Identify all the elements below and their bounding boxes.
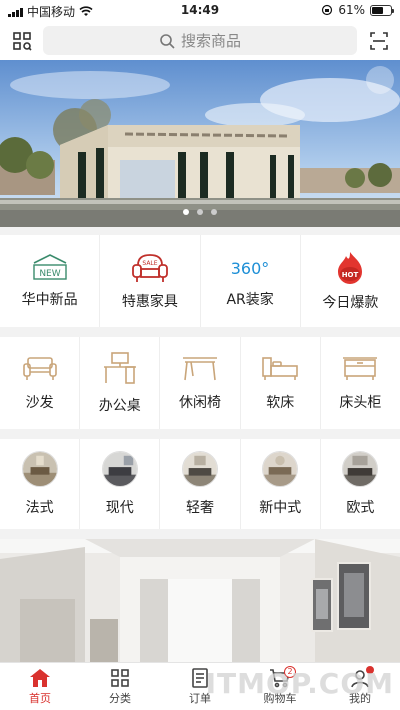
tab-cart[interactable]: 2 购物车 <box>240 663 320 710</box>
style-label: 现代 <box>105 500 134 516</box>
promo-label: 特惠家具 <box>121 294 178 310</box>
order-icon <box>192 668 208 688</box>
360-icon-text: 360° <box>231 259 270 278</box>
tab-label: 订单 <box>189 692 211 705</box>
banner-dot[interactable] <box>183 209 189 215</box>
search-icon <box>160 33 175 49</box>
tab-orders[interactable]: 订单 <box>160 663 240 710</box>
tab-label: 购物车 <box>263 692 297 705</box>
category-item-nightstand[interactable]: 床头柜 <box>321 337 400 429</box>
tab-label: 分类 <box>109 692 131 705</box>
tab-home[interactable]: 首页 <box>0 663 80 710</box>
style-label: 欧式 <box>346 500 375 516</box>
style-thumbnail <box>342 451 379 487</box>
style-label: 轻奢 <box>186 500 214 516</box>
style-label: 新中式 <box>259 500 302 516</box>
search-input[interactable]: 搜索商品 <box>43 26 357 55</box>
style-thumbnail <box>262 451 299 487</box>
room-showcase-image[interactable] <box>0 539 400 662</box>
promo-item-sale[interactable]: SALE 特惠家具 <box>100 235 201 327</box>
category-label: 沙发 <box>25 395 54 411</box>
sale-sofa-icon: SALE <box>131 254 168 282</box>
category-label: 床头柜 <box>339 395 382 411</box>
category-icon <box>111 669 129 687</box>
category-item-desk[interactable]: 办公桌 <box>80 337 161 429</box>
promo-row: NEW 华中新品 SALE 特惠家具 360° AR装家 HOT 今日爆款 <box>0 235 400 327</box>
home-icon <box>30 669 50 687</box>
category-label: 软床 <box>266 395 295 411</box>
style-thumbnail <box>182 451 218 487</box>
style-thumbnail <box>21 451 58 487</box>
category-label: 办公桌 <box>98 398 141 414</box>
banner-dot[interactable] <box>211 209 217 215</box>
promo-label: AR装家 <box>226 292 274 308</box>
style-item-modern[interactable]: 现代 <box>80 439 161 529</box>
tab-profile[interactable]: 我的 <box>320 663 400 710</box>
scan-grid-icon[interactable] <box>10 29 34 53</box>
style-item-new-chinese[interactable]: 新中式 <box>241 439 321 529</box>
status-bar: 中国移动 14:49 61% <box>0 0 400 22</box>
promo-label: 华中新品 <box>21 292 78 308</box>
bed-icon <box>262 357 299 380</box>
promo-item-ar[interactable]: 360° AR装家 <box>201 235 301 327</box>
qr-scan-icon[interactable] <box>367 29 391 53</box>
style-item-french[interactable]: 法式 <box>0 439 81 529</box>
orientation-lock-icon <box>322 4 333 16</box>
office-desk-icon <box>103 352 136 384</box>
tab-category[interactable]: 分类 <box>80 663 160 710</box>
cart-count-badge: 2 <box>284 666 296 678</box>
nightstand-icon <box>343 357 378 380</box>
360-icon: 360° <box>231 259 270 278</box>
notification-dot <box>366 666 374 674</box>
svg-text:NEW: NEW <box>39 269 60 279</box>
banner-image <box>0 60 400 227</box>
tab-label: 我的 <box>349 692 371 705</box>
style-label: 法式 <box>25 500 54 516</box>
svg-text:SALE: SALE <box>142 260 157 267</box>
category-label: 休闲椅 <box>179 395 221 411</box>
sofa-icon <box>22 357 57 380</box>
battery-icon <box>370 4 394 16</box>
category-item-chair[interactable]: 休闲椅 <box>160 337 241 429</box>
banner-pagination <box>0 209 400 215</box>
hot-flame-icon: HOT <box>338 252 363 284</box>
banner-dot[interactable] <box>197 209 203 215</box>
promo-label: 今日爆款 <box>322 295 379 311</box>
category-row: 沙发 办公桌 休闲椅 软床 床头柜 <box>0 337 400 429</box>
promo-item-new[interactable]: NEW 华中新品 <box>0 235 101 327</box>
style-row: 法式 现代 轻奢 新中式 欧式 <box>0 439 400 529</box>
search-placeholder: 搜索商品 <box>180 32 241 50</box>
hot-icon-text: HOT <box>342 271 359 279</box>
banner-carousel[interactable] <box>0 60 400 227</box>
new-badge-icon: NEW <box>32 254 67 280</box>
tab-label: 首页 <box>29 692 51 705</box>
style-item-light-luxury[interactable]: 轻奢 <box>160 439 241 529</box>
style-item-european[interactable]: 欧式 <box>321 439 400 529</box>
search-header: 搜索商品 <box>0 22 400 60</box>
category-item-sofa[interactable]: 沙发 <box>0 337 81 429</box>
leisure-chair-icon <box>183 357 217 381</box>
category-item-bed[interactable]: 软床 <box>241 337 321 429</box>
promo-item-hot[interactable]: HOT 今日爆款 <box>301 235 400 327</box>
battery-percent: 61% <box>338 3 365 17</box>
bottom-tab-bar: 首页 分类 订单 2 购物车 我的 ITMOP.COM <box>0 662 400 710</box>
style-thumbnail <box>101 451 138 487</box>
